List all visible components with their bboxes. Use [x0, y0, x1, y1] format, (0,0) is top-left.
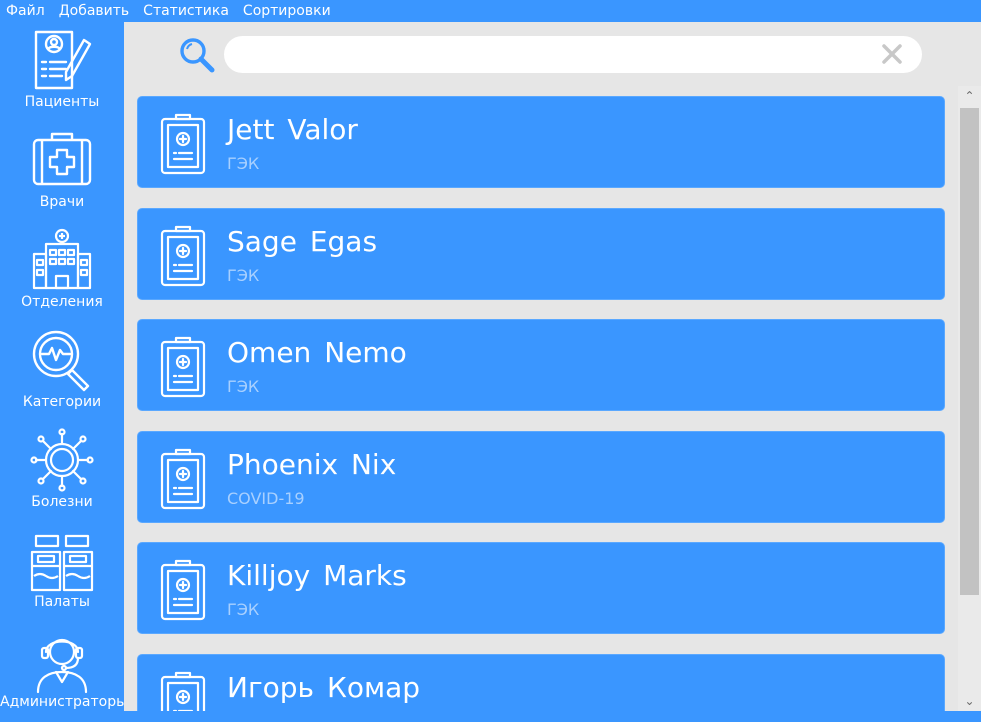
clipboard-icon [160, 225, 206, 287]
sidebar: Пациенты Врачи Отделения Категории Болез… [0, 22, 127, 711]
patient-card[interactable]: Sage Egas ГЭК [137, 208, 945, 300]
magnifier-pulse-icon [32, 330, 90, 392]
nav-administrators[interactable]: Администраторы [0, 622, 128, 722]
nav-diseases[interactable]: Болезни [0, 422, 124, 522]
menu-sorting[interactable]: Сортировки [237, 0, 339, 22]
clipboard-icon [160, 113, 206, 175]
patient-diagnosis: ГЭК [227, 377, 260, 396]
patient-name: Jett Valor [227, 113, 358, 146]
patient-card[interactable]: Игорь Комар [137, 654, 945, 711]
clipboard-icon [160, 559, 206, 621]
nav-doctors-label: Врачи [39, 194, 85, 210]
medical-kit-icon [32, 132, 92, 186]
patient-card[interactable]: Killjoy Marks ГЭК [137, 542, 945, 634]
main-panel: Jett Valor ГЭК Sage Egas ГЭК Omen Nemo Г… [124, 22, 981, 711]
scroll-thumb[interactable] [960, 108, 979, 595]
nav-wards[interactable]: Палаты [0, 522, 124, 622]
patient-name: Sage Egas [227, 225, 378, 258]
nav-departments-label: Отделения [21, 294, 103, 310]
patient-card[interactable]: Omen Nemo ГЭК [137, 319, 945, 411]
patient-diagnosis: ГЭК [227, 266, 260, 285]
menu-file[interactable]: Файл [0, 0, 53, 22]
nav-categories[interactable]: Категории [0, 322, 124, 422]
scroll-down-button[interactable]: ⌄ [958, 691, 981, 711]
vertical-scrollbar[interactable]: ⌃ ⌄ [958, 86, 981, 711]
nav-wards-label: Палаты [34, 594, 90, 610]
virus-icon [30, 428, 94, 492]
menu-bar: Файл Добавить Статистика Сортировки [0, 0, 981, 22]
nav-administrators-label: Администраторы [0, 694, 128, 710]
patient-diagnosis: COVID-19 [227, 489, 305, 508]
patient-list: Jett Valor ГЭК Sage Egas ГЭК Omen Nemo Г… [137, 96, 945, 711]
search-icon[interactable] [178, 36, 216, 74]
patient-record-icon [34, 30, 92, 90]
clipboard-icon [160, 336, 206, 398]
patient-card[interactable]: Jett Valor ГЭК [137, 96, 945, 188]
patient-name: Killjoy Marks [227, 559, 407, 592]
search-input[interactable] [224, 36, 922, 73]
patient-diagnosis: ГЭК [227, 600, 260, 619]
scroll-up-button[interactable]: ⌃ [958, 86, 981, 106]
patient-name: Phoenix Nix [227, 448, 397, 481]
menu-add[interactable]: Добавить [53, 0, 137, 22]
patient-name: Omen Nemo [227, 336, 407, 369]
patient-name: Игорь Комар [227, 671, 421, 704]
clear-search-icon[interactable] [880, 42, 904, 66]
hospital-building-icon [32, 228, 92, 290]
patient-card[interactable]: Phoenix Nix COVID-19 [137, 431, 945, 523]
nav-doctors[interactable]: Врачи [0, 122, 124, 222]
nav-departments[interactable]: Отделения [0, 222, 124, 322]
beds-icon [30, 534, 94, 592]
clipboard-icon [160, 671, 206, 711]
nav-patients[interactable]: Пациенты [0, 22, 124, 122]
nav-patients-label: Пациенты [24, 94, 100, 110]
nav-categories-label: Категории [22, 394, 102, 410]
patient-diagnosis: ГЭК [227, 154, 260, 173]
menu-statistics[interactable]: Статистика [137, 0, 237, 22]
nav-diseases-label: Болезни [31, 494, 93, 510]
admin-headset-icon [36, 638, 88, 694]
clipboard-icon [160, 448, 206, 510]
